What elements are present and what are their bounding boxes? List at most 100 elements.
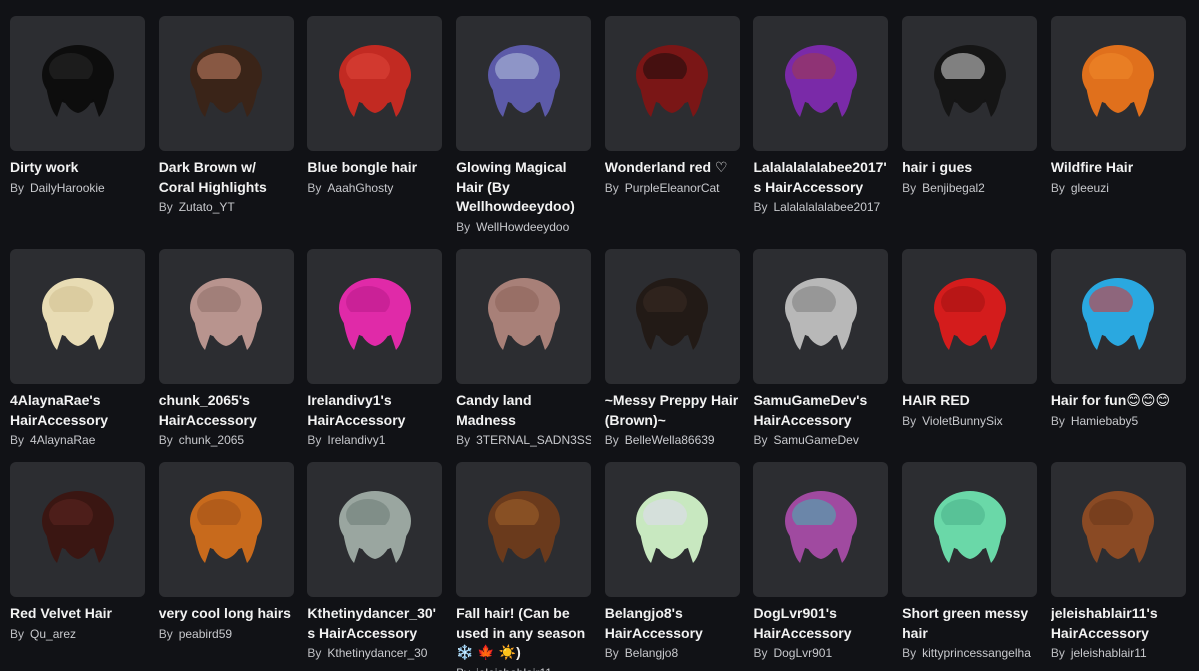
creator-link[interactable]: DogLvr901 — [773, 646, 832, 660]
item-thumbnail[interactable] — [604, 16, 740, 151]
catalog-item-card[interactable]: Dark Brown w/ Coral Highlights By Zutato_… — [158, 16, 294, 249]
item-name[interactable]: Dark Brown w/ Coral Highlights — [159, 158, 294, 197]
item-name[interactable]: Hair for fun😊😊😊 — [1051, 391, 1186, 411]
catalog-item-card[interactable]: 4AlaynaRae's HairAccessory By 4AlaynaRae — [10, 249, 145, 462]
item-name[interactable]: Kthetinydancer_30's HairAccessory — [307, 604, 442, 643]
item-thumbnail[interactable] — [753, 16, 889, 151]
creator-link[interactable]: WellHowdeeydoo — [476, 220, 569, 234]
catalog-item-card[interactable]: Dirty work By DailyHarookie — [10, 16, 145, 249]
item-thumbnail[interactable] — [902, 249, 1038, 384]
item-thumbnail[interactable] — [307, 249, 443, 384]
catalog-item-card[interactable]: Red Velvet Hair By Qu_arez — [10, 462, 145, 671]
item-name[interactable]: hair i gues — [902, 158, 1037, 178]
item-name[interactable]: Red Velvet Hair — [10, 604, 145, 624]
item-thumbnail[interactable] — [1050, 462, 1186, 597]
creator-link[interactable]: jeleishablair11 — [1071, 646, 1147, 660]
catalog-item-card[interactable]: Fall hair! (Can be used in any season ❄️… — [456, 462, 592, 671]
catalog-item-card[interactable]: HAIR RED By VioletBunnySix — [902, 249, 1038, 462]
catalog-item-card[interactable]: DogLvr901's HairAccessory By DogLvr901 — [753, 462, 889, 671]
item-name[interactable]: chunk_2065's HairAccessory — [159, 391, 294, 430]
catalog-item-card[interactable]: ~Messy Preppy Hair (Brown)~ By BelleWella… — [604, 249, 740, 462]
item-thumbnail[interactable] — [604, 462, 740, 597]
item-thumbnail[interactable] — [10, 16, 145, 151]
creator-link[interactable]: BelleWella86639 — [625, 433, 715, 447]
item-name[interactable]: Dirty work — [10, 158, 145, 178]
item-name[interactable]: Irelandivy1's HairAccessory — [307, 391, 442, 430]
catalog-item-card[interactable]: chunk_2065's HairAccessory By chunk_2065 — [158, 249, 294, 462]
item-thumbnail[interactable] — [456, 462, 592, 597]
item-name[interactable]: HAIR RED — [902, 391, 1037, 411]
creator-link[interactable]: Qu_arez — [30, 627, 76, 641]
item-thumbnail[interactable] — [158, 462, 294, 597]
catalog-item-card[interactable]: Irelandivy1's HairAccessory By Irelandivy… — [307, 249, 443, 462]
creator-link[interactable]: Kthetinydancer_30 — [327, 646, 427, 660]
item-name[interactable]: SamuGameDev's HairAccessory — [753, 391, 888, 430]
item-name[interactable]: jeleishablair11's HairAccessory — [1051, 604, 1186, 643]
item-name[interactable]: Short green messy hair — [902, 604, 1037, 643]
creator-link[interactable]: DailyHarookie — [30, 181, 105, 195]
creator-link[interactable]: Benjibegal2 — [922, 181, 985, 195]
creator-by-label: By — [1050, 646, 1065, 660]
catalog-item-card[interactable]: Candy land Madness By 3TERNAL_SADN3SS — [456, 249, 592, 462]
catalog-item-card[interactable]: Glowing Magical Hair (By Wellhowdeeydoo)… — [456, 16, 592, 249]
catalog-item-card[interactable]: Hair for fun😊😊😊 By Hamiebaby5 — [1050, 249, 1186, 462]
catalog-item-card[interactable]: Kthetinydancer_30's HairAccessory By Kthe… — [307, 462, 443, 671]
item-name[interactable]: Glowing Magical Hair (By Wellhowdeeydoo) — [456, 158, 591, 217]
item-thumbnail[interactable] — [1050, 16, 1186, 151]
item-name[interactable]: Lalalalalalabee2017's HairAccessory — [753, 158, 888, 197]
catalog-item-card[interactable]: Lalalalalalabee2017's HairAccessory By La… — [753, 16, 889, 249]
creator-link[interactable]: 4AlaynaRae — [30, 433, 95, 447]
creator-link[interactable]: PurpleEleanorCat — [625, 181, 720, 195]
creator-link[interactable]: SamuGameDev — [773, 433, 858, 447]
creator-link[interactable]: peabird59 — [179, 627, 232, 641]
item-thumbnail[interactable] — [10, 249, 145, 384]
item-name[interactable]: Wildfire Hair — [1051, 158, 1186, 178]
creator-link[interactable]: AaahGhosty — [327, 181, 393, 195]
creator-link[interactable]: chunk_2065 — [179, 433, 244, 447]
catalog-item-card[interactable]: very cool long hairs By peabird59 — [158, 462, 294, 671]
creator-link[interactable]: VioletBunnySix — [922, 414, 1003, 428]
item-name[interactable]: very cool long hairs — [159, 604, 294, 624]
item-name[interactable]: Candy land Madness — [456, 391, 591, 430]
catalog-item-card[interactable]: SamuGameDev's HairAccessory By SamuGameDe… — [753, 249, 889, 462]
item-name[interactable]: ~Messy Preppy Hair (Brown)~ — [605, 391, 740, 430]
creator-by-label: By — [902, 413, 917, 428]
creator-link[interactable]: Belangjo8 — [625, 646, 678, 660]
item-thumbnail[interactable] — [307, 462, 443, 597]
item-thumbnail[interactable] — [10, 462, 145, 597]
item-name[interactable]: Wonderland red ♡ — [605, 158, 740, 178]
item-name[interactable]: 4AlaynaRae's HairAccessory — [10, 391, 145, 430]
item-creator: By Lalalalalalabee2017 — [753, 199, 888, 215]
item-thumbnail[interactable] — [1050, 249, 1186, 384]
catalog-item-card[interactable]: Belangjo8's HairAccessory By Belangjo8 — [604, 462, 740, 671]
item-name[interactable]: Fall hair! (Can be used in any season ❄️… — [456, 604, 591, 663]
creator-link[interactable]: 3TERNAL_SADN3SS — [476, 433, 591, 447]
item-thumbnail[interactable] — [158, 16, 294, 151]
item-thumbnail[interactable] — [604, 249, 740, 384]
item-thumbnail[interactable] — [753, 462, 889, 597]
creator-link[interactable]: gleeuzi — [1071, 181, 1109, 195]
item-thumbnail[interactable] — [158, 249, 294, 384]
hair-icon — [41, 490, 114, 563]
catalog-item-card[interactable]: Blue bongle hair By AaahGhosty — [307, 16, 443, 249]
creator-link[interactable]: kittyprincessangelha — [922, 646, 1031, 660]
catalog-item-card[interactable]: Wonderland red ♡ By PurpleEleanorCat — [604, 16, 740, 249]
item-thumbnail[interactable] — [307, 16, 443, 151]
item-name[interactable]: DogLvr901's HairAccessory — [753, 604, 888, 643]
catalog-item-card[interactable]: Short green messy hair By kittyprincessan… — [902, 462, 1038, 671]
item-thumbnail[interactable] — [902, 462, 1038, 597]
creator-link[interactable]: Hamiebaby5 — [1071, 414, 1138, 428]
item-thumbnail[interactable] — [753, 249, 889, 384]
item-name[interactable]: Belangjo8's HairAccessory — [605, 604, 740, 643]
item-name[interactable]: Blue bongle hair — [307, 158, 442, 178]
creator-link[interactable]: jeleishablair11 — [476, 666, 552, 671]
catalog-item-card[interactable]: Wildfire Hair By gleeuzi — [1050, 16, 1186, 249]
item-thumbnail[interactable] — [456, 249, 592, 384]
creator-link[interactable]: Zutato_YT — [179, 200, 235, 214]
creator-link[interactable]: Irelandivy1 — [327, 433, 385, 447]
creator-link[interactable]: Lalalalalalabee2017 — [773, 200, 880, 214]
item-thumbnail[interactable] — [902, 16, 1038, 151]
catalog-item-card[interactable]: hair i gues By Benjibegal2 — [902, 16, 1038, 249]
catalog-item-card[interactable]: jeleishablair11's HairAccessory By jeleis… — [1050, 462, 1186, 671]
item-thumbnail[interactable] — [456, 16, 592, 151]
